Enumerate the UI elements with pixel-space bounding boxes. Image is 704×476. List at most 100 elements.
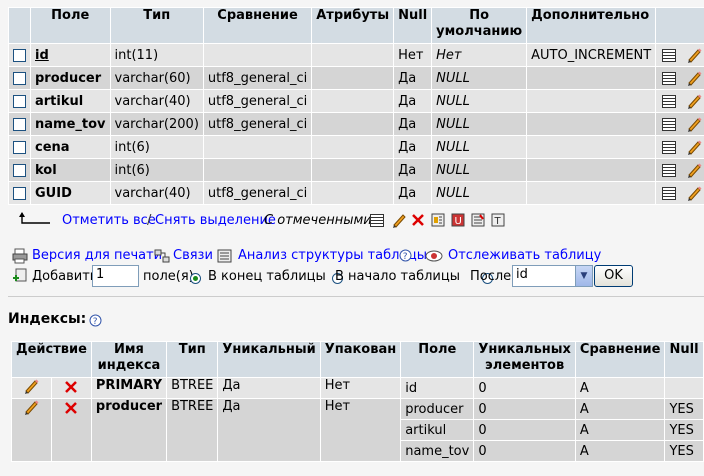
row-checkbox[interactable] bbox=[9, 90, 30, 112]
browse-icon[interactable] bbox=[662, 186, 682, 201]
edit-pencil-icon[interactable] bbox=[23, 399, 39, 415]
edit-pencil-icon[interactable] bbox=[686, 93, 702, 109]
edit-pencil-icon[interactable] bbox=[23, 378, 39, 394]
index-header-unique: Уникальный bbox=[218, 342, 320, 377]
indexes-title: Индексы: bbox=[8, 311, 87, 327]
browse-icon[interactable] bbox=[662, 140, 682, 155]
column-header-collation[interactable]: Сравнение bbox=[203, 8, 312, 43]
row-actions bbox=[656, 136, 704, 158]
column-header-field[interactable]: Поле bbox=[31, 8, 110, 43]
index-collation: A bbox=[575, 399, 665, 419]
index-header-type: Тип bbox=[167, 342, 218, 377]
field-type: int(6) bbox=[110, 136, 203, 158]
print-version-link[interactable]: Версия для печати bbox=[32, 248, 162, 263]
svg-text:?: ? bbox=[403, 252, 408, 262]
field-null: Да bbox=[394, 67, 432, 89]
row-checkbox[interactable] bbox=[9, 67, 30, 89]
column-header-extra[interactable]: Дополнительно bbox=[527, 8, 656, 43]
selection-bar: Отметить все / Снять выделение С отмечен… bbox=[18, 210, 704, 230]
browse-icon[interactable] bbox=[662, 94, 682, 109]
delete-x-icon[interactable] bbox=[64, 399, 78, 419]
select-column-header bbox=[9, 8, 30, 43]
print-icon bbox=[12, 248, 28, 264]
fulltext-icon[interactable]: T bbox=[491, 213, 505, 227]
field-type: varchar(40) bbox=[110, 90, 203, 112]
chevron-down-icon[interactable]: ▼ bbox=[575, 266, 592, 286]
field-type: varchar(40) bbox=[110, 182, 203, 204]
column-header-attributes[interactable]: Атрибуты bbox=[312, 8, 394, 43]
check-all-link[interactable]: Отметить все bbox=[62, 213, 156, 228]
index-column: id bbox=[401, 378, 474, 398]
at-end-radio[interactable] bbox=[190, 273, 201, 284]
edit-index-cell bbox=[12, 378, 51, 398]
index-icon[interactable] bbox=[471, 213, 485, 227]
browse-icon[interactable] bbox=[370, 213, 384, 228]
field-attributes bbox=[312, 113, 394, 135]
after-field-select[interactable]: id ▼ bbox=[512, 265, 593, 287]
edit-pencil-icon[interactable] bbox=[686, 185, 702, 201]
edit-pencil-icon[interactable] bbox=[391, 212, 407, 228]
field-collation bbox=[203, 136, 312, 158]
field-null: Да bbox=[394, 90, 432, 112]
row-checkbox[interactable] bbox=[9, 44, 30, 66]
field-default: NULL bbox=[432, 182, 527, 204]
selection-separator: / bbox=[147, 213, 152, 228]
table-row: name_tov varchar(200) utf8_general_ci Да NUL… bbox=[9, 113, 704, 135]
row-checkbox[interactable] bbox=[9, 113, 30, 135]
row-actions bbox=[656, 44, 704, 66]
drop-index-cell bbox=[51, 399, 91, 461]
track-table-link[interactable]: Отслеживать таблицу bbox=[448, 248, 601, 263]
index-collation: A bbox=[575, 441, 665, 461]
field-extra bbox=[527, 67, 656, 89]
help-icon[interactable]: ? bbox=[399, 249, 412, 262]
column-header-type[interactable]: Тип bbox=[110, 8, 203, 43]
column-header-null[interactable]: Null bbox=[394, 8, 432, 43]
add-field-ok-button[interactable]: OK bbox=[594, 265, 633, 287]
browse-icon[interactable] bbox=[662, 48, 682, 63]
field-extra: AUTO_INCREMENT bbox=[527, 44, 656, 66]
drop-index-cell bbox=[51, 378, 91, 398]
edit-pencil-icon[interactable] bbox=[686, 70, 702, 86]
index-type: BTREE bbox=[167, 399, 218, 461]
field-collation: utf8_general_ci bbox=[203, 113, 312, 135]
index-collation: A bbox=[575, 378, 665, 398]
row-checkbox[interactable] bbox=[9, 159, 30, 181]
field-name: name_tov bbox=[31, 113, 110, 135]
field-count-input[interactable]: 1 bbox=[92, 265, 139, 287]
field-extra bbox=[527, 90, 656, 112]
browse-icon[interactable] bbox=[662, 71, 682, 86]
browse-icon[interactable] bbox=[662, 163, 682, 178]
index-unique: Да bbox=[218, 399, 320, 461]
field-name: id bbox=[31, 44, 110, 66]
divider bbox=[8, 296, 704, 297]
primary-key-icon[interactable] bbox=[431, 213, 445, 227]
field-type: varchar(60) bbox=[110, 67, 203, 89]
edit-pencil-icon[interactable] bbox=[686, 162, 702, 178]
after-label: После bbox=[470, 269, 512, 284]
fields-label: поле(я) bbox=[143, 269, 194, 284]
indexes-help-icon[interactable]: ? bbox=[89, 314, 102, 327]
add-field-bar: Добавить 1 поле(я) В конец таблицы В нач… bbox=[12, 265, 702, 289]
edit-pencil-icon[interactable] bbox=[686, 139, 702, 155]
table-row: producer BTREE Да Нет producer 0 A YES bbox=[12, 399, 704, 461]
relations-link[interactable]: Связи bbox=[173, 248, 213, 263]
table-row: artikul varchar(40) utf8_general_ci Да NULL bbox=[9, 90, 704, 112]
row-checkbox[interactable] bbox=[9, 136, 30, 158]
browse-icon[interactable] bbox=[662, 117, 682, 132]
row-actions bbox=[656, 113, 704, 135]
edit-pencil-icon[interactable] bbox=[686, 47, 702, 63]
relations-icon bbox=[154, 249, 170, 263]
edit-pencil-icon[interactable] bbox=[686, 116, 702, 132]
field-name: producer bbox=[31, 67, 110, 89]
unique-index-icon[interactable]: U bbox=[451, 213, 465, 227]
table-row: kol int(6) Да NULL bbox=[9, 159, 704, 181]
delete-x-icon[interactable] bbox=[64, 378, 78, 398]
index-name: PRIMARY bbox=[91, 378, 167, 398]
index-header-column: Поле bbox=[401, 342, 474, 377]
table-row: id int(11) Нет Нет AUTO_INCREMENT bbox=[9, 44, 704, 66]
delete-x-icon[interactable] bbox=[411, 213, 425, 227]
row-checkbox[interactable] bbox=[9, 182, 30, 204]
uncheck-all-link[interactable]: Снять выделение bbox=[155, 213, 276, 228]
column-header-default[interactable]: По умолчанию bbox=[432, 8, 527, 43]
row-actions bbox=[656, 182, 704, 204]
